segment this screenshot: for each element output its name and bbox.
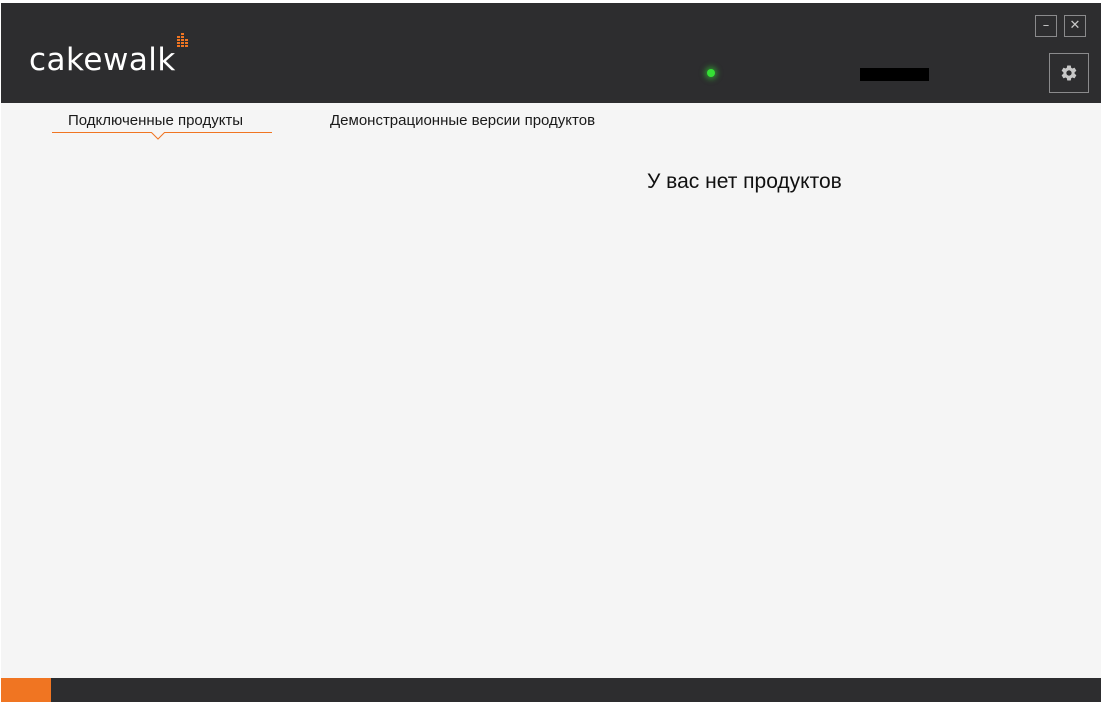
tab-demo-products[interactable]: Демонстрационные версии продуктов (330, 112, 595, 129)
logo-bars-icon (177, 33, 188, 47)
tab-connected-products[interactable]: Подключенные продукты (68, 112, 243, 129)
active-tab-caret-icon (151, 132, 165, 140)
connection-status-indicator (707, 69, 715, 77)
gear-icon (1061, 65, 1077, 81)
logo-wordmark: cakewalk (29, 42, 176, 78)
minimize-button[interactable]: – (1035, 15, 1057, 37)
progress-fill (1, 678, 51, 702)
user-name-redacted (860, 68, 929, 81)
footer-progress-bar (1, 678, 1101, 702)
close-button[interactable]: ✕ (1064, 15, 1086, 37)
settings-button[interactable] (1049, 53, 1089, 93)
header-bar: cakewalk – ✕ (1, 3, 1101, 103)
product-tabs: Подключенные продукты Демонстрационные в… (1, 103, 1101, 143)
empty-products-message: У вас нет продуктов (647, 170, 842, 193)
app-window: cakewalk – ✕ Подключенные продукты Демон… (1, 3, 1101, 702)
